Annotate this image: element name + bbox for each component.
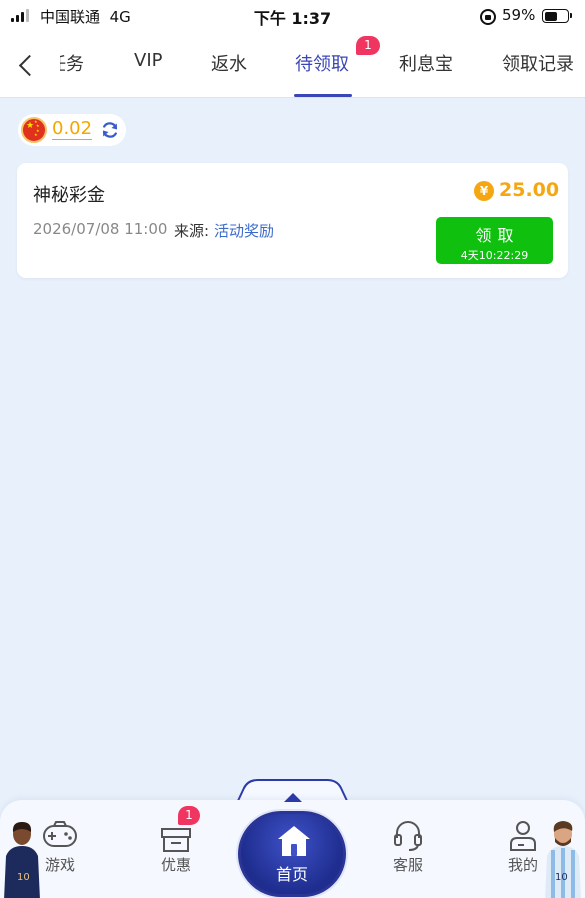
battery-percent: 59% (502, 6, 536, 24)
back-button[interactable] (18, 54, 34, 78)
tab-rebate[interactable]: 返水 (211, 50, 247, 76)
status-time: 下午 1:37 (253, 9, 332, 28)
tab-vip[interactable]: VIP (134, 50, 162, 71)
nav-item-profile[interactable]: 我的 (493, 816, 553, 875)
balance-pill: ★ ★ ★ ★ ★ 0.02 (18, 114, 126, 146)
reward-date: 2026/07/08 11:00 (33, 220, 168, 238)
promotions-badge: 1 (178, 806, 200, 825)
source-value: 活动奖励 (214, 222, 275, 240)
orientation-lock-icon (480, 9, 496, 25)
status-bar: 中国联通 4G 下午 1:37 59% (0, 0, 585, 34)
active-tab-indicator (294, 94, 352, 97)
battery-icon (542, 9, 572, 23)
tab-claim-history[interactable]: 领取记录 (502, 50, 574, 76)
china-flag-icon: ★ ★ ★ ★ ★ (21, 117, 47, 143)
gamepad-icon (43, 821, 77, 847)
nav-item-home[interactable]: 首页 (238, 811, 346, 897)
nav-label-games: 游戏 (44, 856, 75, 874)
nav-label-home: 首页 (275, 865, 308, 884)
source-label: 来源: (174, 222, 210, 240)
nav-label-profile: 我的 (507, 856, 538, 874)
claim-countdown: 4天10:22:29 (460, 249, 529, 262)
expand-up-icon[interactable] (284, 793, 302, 802)
headset-icon (394, 821, 422, 851)
nav-item-support[interactable]: 客服 (378, 816, 438, 875)
claim-button-label: 领取 (475, 226, 520, 245)
refresh-icon[interactable] (100, 120, 120, 140)
home-icon (278, 826, 310, 856)
tab-pending[interactable]: 待领取 (295, 50, 349, 76)
nav-label-support: 客服 (392, 856, 423, 874)
svg-text:10: 10 (555, 872, 568, 883)
balance-amount: 0.02 (52, 118, 93, 140)
tab-pending-badge: 1 (356, 36, 380, 55)
nav-label-promotions: 优惠 (160, 856, 191, 874)
bottom-nav: 10 游戏 优惠 1 首页 客服 我的 10 (0, 778, 585, 898)
player-right-image: 10 (545, 821, 581, 898)
tab-interest[interactable]: 利息宝 (399, 50, 453, 76)
nav-item-promotions[interactable]: 优惠 (146, 816, 206, 875)
reward-amount: 25.00 (499, 179, 560, 201)
nav-item-games[interactable]: 游戏 (30, 816, 90, 875)
svg-text:10: 10 (17, 872, 30, 883)
claim-button[interactable]: 领取 4天10:22:29 (436, 217, 553, 264)
reward-card: 神秘彩金 ¥ 25.00 2026/07/08 11:00 来源: 活动奖励 领… (17, 163, 568, 278)
tab-tasks[interactable]: 任务 (60, 50, 84, 76)
coin-icon: ¥ (474, 181, 494, 201)
reward-title: 神秘彩金 (33, 185, 105, 206)
tab-bar: 任务 VIP 返水 待领取 1 利息宝 领取记录 (0, 34, 585, 98)
user-icon (510, 821, 536, 851)
